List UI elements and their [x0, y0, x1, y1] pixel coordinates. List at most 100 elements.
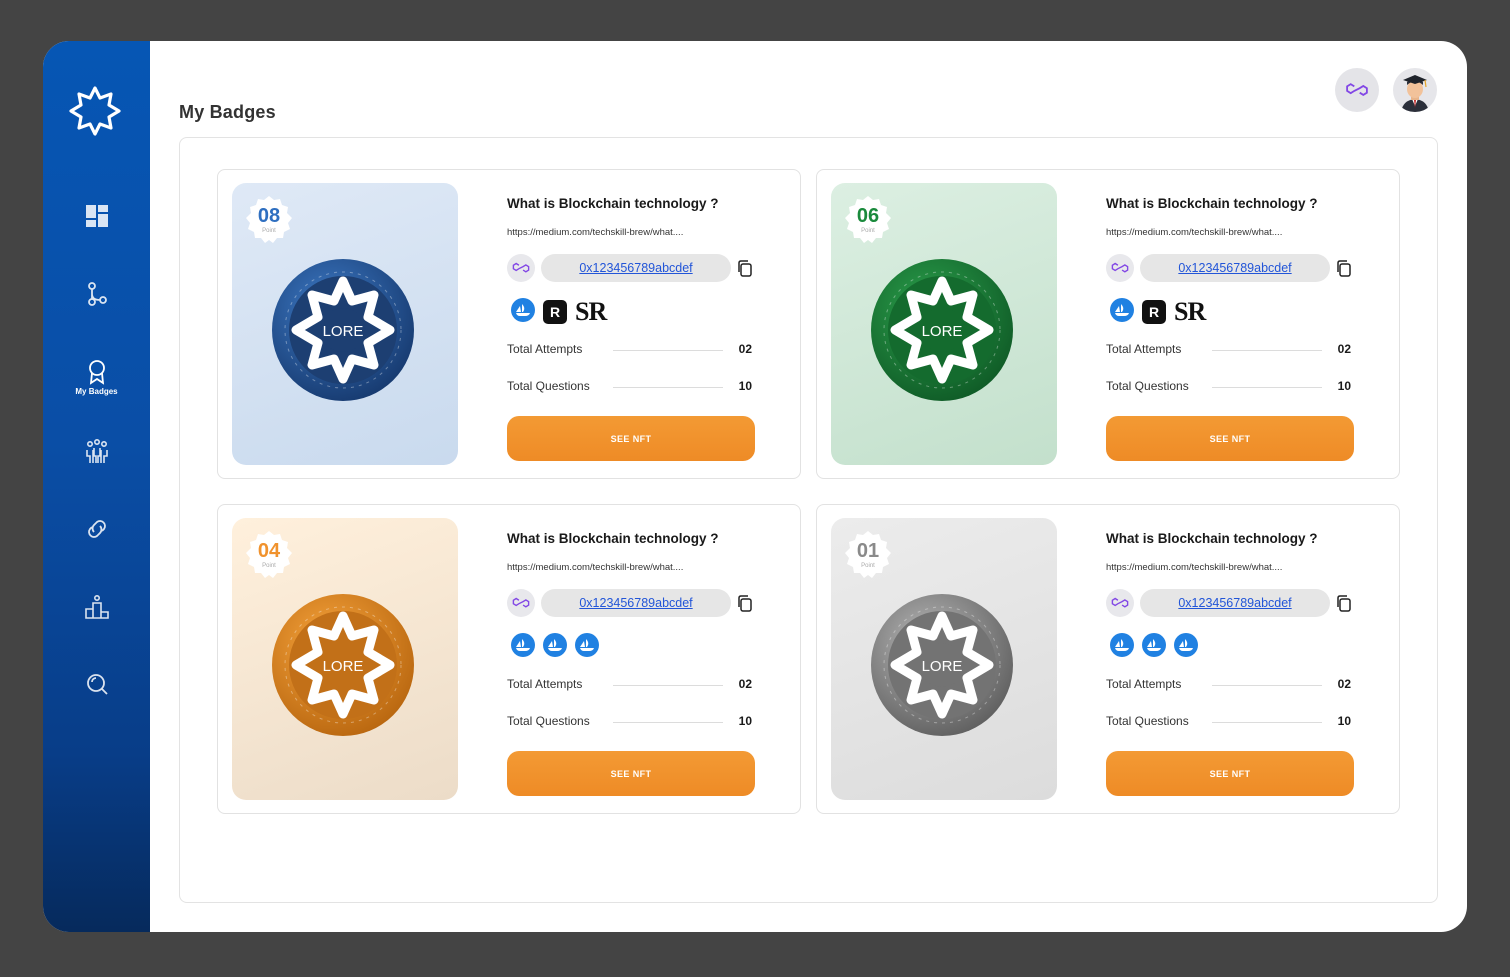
lore-coin-icon: LORE: [871, 594, 1013, 736]
leaderboard-icon: [84, 594, 109, 619]
rarible-icon[interactable]: R: [543, 300, 567, 324]
coin-text: LORE: [323, 658, 364, 675]
total-attempts-row: Total Attempts 02: [507, 342, 752, 358]
badge-title: What is Blockchain technology ?: [507, 196, 719, 211]
questions-value: 10: [738, 379, 752, 393]
polygon-chain-icon: [507, 254, 535, 282]
divider: [613, 685, 723, 686]
copy-icon[interactable]: [737, 260, 753, 278]
badge-card: 08 Point LORE What is Blockchain technol…: [217, 169, 801, 479]
points-value: 08: [257, 205, 281, 227]
points-seal: 04 Point: [244, 530, 294, 580]
see-nft-button[interactable]: SEE NFT: [507, 751, 755, 796]
attempts-value: 02: [1337, 677, 1351, 691]
copy-icon[interactable]: [1336, 260, 1352, 278]
wallet-address-link[interactable]: 0x123456789abcdef: [541, 589, 731, 617]
polygon-chain-icon: [507, 589, 535, 617]
questions-label: Total Questions: [507, 714, 590, 728]
coin-text: LORE: [922, 323, 963, 340]
badge-card: 04 Point LORE What is Blockchain technol…: [217, 504, 801, 814]
total-attempts-row: Total Attempts 02: [1106, 342, 1351, 358]
total-attempts-row: Total Attempts 02: [507, 677, 752, 693]
badge-title: What is Blockchain technology ?: [1106, 196, 1318, 211]
questions-value: 10: [1337, 379, 1351, 393]
polygon-icon: [1346, 83, 1368, 97]
attempts-label: Total Attempts: [507, 677, 583, 691]
copy-icon[interactable]: [737, 595, 753, 613]
points-value: 06: [856, 205, 880, 227]
attempts-value: 02: [1337, 342, 1351, 356]
total-attempts-row: Total Attempts 02: [1106, 677, 1351, 693]
polygon-chain-icon: [1106, 254, 1134, 282]
sidebar-item-my-badges[interactable]: My Badges: [43, 351, 150, 401]
sidebar-item-search[interactable]: [43, 659, 150, 709]
divider: [1212, 685, 1322, 686]
opensea-icon[interactable]: [1110, 297, 1134, 327]
user-avatar[interactable]: [1393, 68, 1437, 112]
see-nft-button[interactable]: SEE NFT: [1106, 751, 1354, 796]
opensea-icon[interactable]: [511, 297, 535, 327]
superrare-icon[interactable]: SR: [1174, 299, 1206, 325]
questions-label: Total Questions: [1106, 714, 1189, 728]
questions-value: 10: [738, 714, 752, 728]
total-questions-row: Total Questions 10: [1106, 379, 1351, 395]
badge-card: 01 Point LORE What is Blockchain technol…: [816, 504, 1400, 814]
opensea-icon[interactable]: [575, 632, 599, 662]
points-seal: 01 Point: [843, 530, 893, 580]
marketplace-links: [511, 632, 599, 662]
lore-coin-icon: LORE: [272, 259, 414, 401]
points-value: 01: [856, 540, 880, 562]
sidebar-item-roadmap[interactable]: [43, 269, 150, 319]
divider: [613, 350, 723, 351]
sidebar-item-dashboard[interactable]: [43, 191, 150, 241]
total-questions-row: Total Questions 10: [1106, 714, 1351, 730]
badge-info: What is Blockchain technology ? https://…: [507, 505, 759, 815]
page-title: My Badges: [179, 102, 276, 122]
opensea-icon[interactable]: [1142, 632, 1166, 662]
network-button[interactable]: [1335, 68, 1379, 112]
questions-label: Total Questions: [507, 379, 590, 393]
points-label: Point: [861, 563, 875, 569]
opensea-icon[interactable]: [543, 632, 567, 662]
questions-label: Total Questions: [1106, 379, 1189, 393]
see-nft-button[interactable]: SEE NFT: [507, 416, 755, 461]
badge-image: 06 Point LORE: [831, 183, 1057, 465]
wallet-address-link[interactable]: 0x123456789abcdef: [1140, 589, 1330, 617]
wallet-address-link[interactable]: 0x123456789abcdef: [1140, 254, 1330, 282]
attempts-value: 02: [738, 677, 752, 691]
link-icon: [87, 520, 106, 538]
superrare-icon[interactable]: SR: [575, 299, 607, 325]
sidebar-item-links[interactable]: [43, 504, 150, 554]
app-logo-icon[interactable]: [69, 85, 121, 137]
sidebar-item-label: My Badges: [75, 386, 118, 396]
total-questions-row: Total Questions 10: [507, 714, 752, 730]
badge-image: 04 Point LORE: [232, 518, 458, 800]
sidebar-item-community[interactable]: [43, 427, 150, 477]
attempts-label: Total Attempts: [507, 342, 583, 356]
polygon-chain-icon: [1106, 589, 1134, 617]
divider: [1212, 350, 1322, 351]
badge-url[interactable]: https://medium.com/techskill-brew/what..…: [507, 227, 683, 238]
see-nft-button[interactable]: SEE NFT: [1106, 416, 1354, 461]
copy-icon[interactable]: [1336, 595, 1352, 613]
badge-url[interactable]: https://medium.com/techskill-brew/what..…: [1106, 227, 1282, 238]
lore-coin-icon: LORE: [272, 594, 414, 736]
total-questions-row: Total Questions 10: [507, 379, 752, 395]
lore-coin-icon: LORE: [871, 259, 1013, 401]
divider: [1212, 722, 1322, 723]
sidebar-item-leaderboard[interactable]: [43, 582, 150, 632]
search-icon: [86, 674, 108, 695]
attempts-label: Total Attempts: [1106, 677, 1182, 691]
opensea-icon[interactable]: [1110, 632, 1134, 662]
opensea-icon[interactable]: [511, 632, 535, 662]
community-icon: [85, 438, 108, 463]
points-seal: 06 Point: [843, 195, 893, 245]
badge-url[interactable]: https://medium.com/techskill-brew/what..…: [507, 562, 683, 573]
badge-url[interactable]: https://medium.com/techskill-brew/what..…: [1106, 562, 1282, 573]
dashboard-icon: [85, 205, 108, 227]
rarible-icon[interactable]: R: [1142, 300, 1166, 324]
badge-icon: [88, 359, 105, 385]
badge-title: What is Blockchain technology ?: [1106, 531, 1318, 546]
wallet-address-link[interactable]: 0x123456789abcdef: [541, 254, 731, 282]
opensea-icon[interactable]: [1174, 632, 1198, 662]
